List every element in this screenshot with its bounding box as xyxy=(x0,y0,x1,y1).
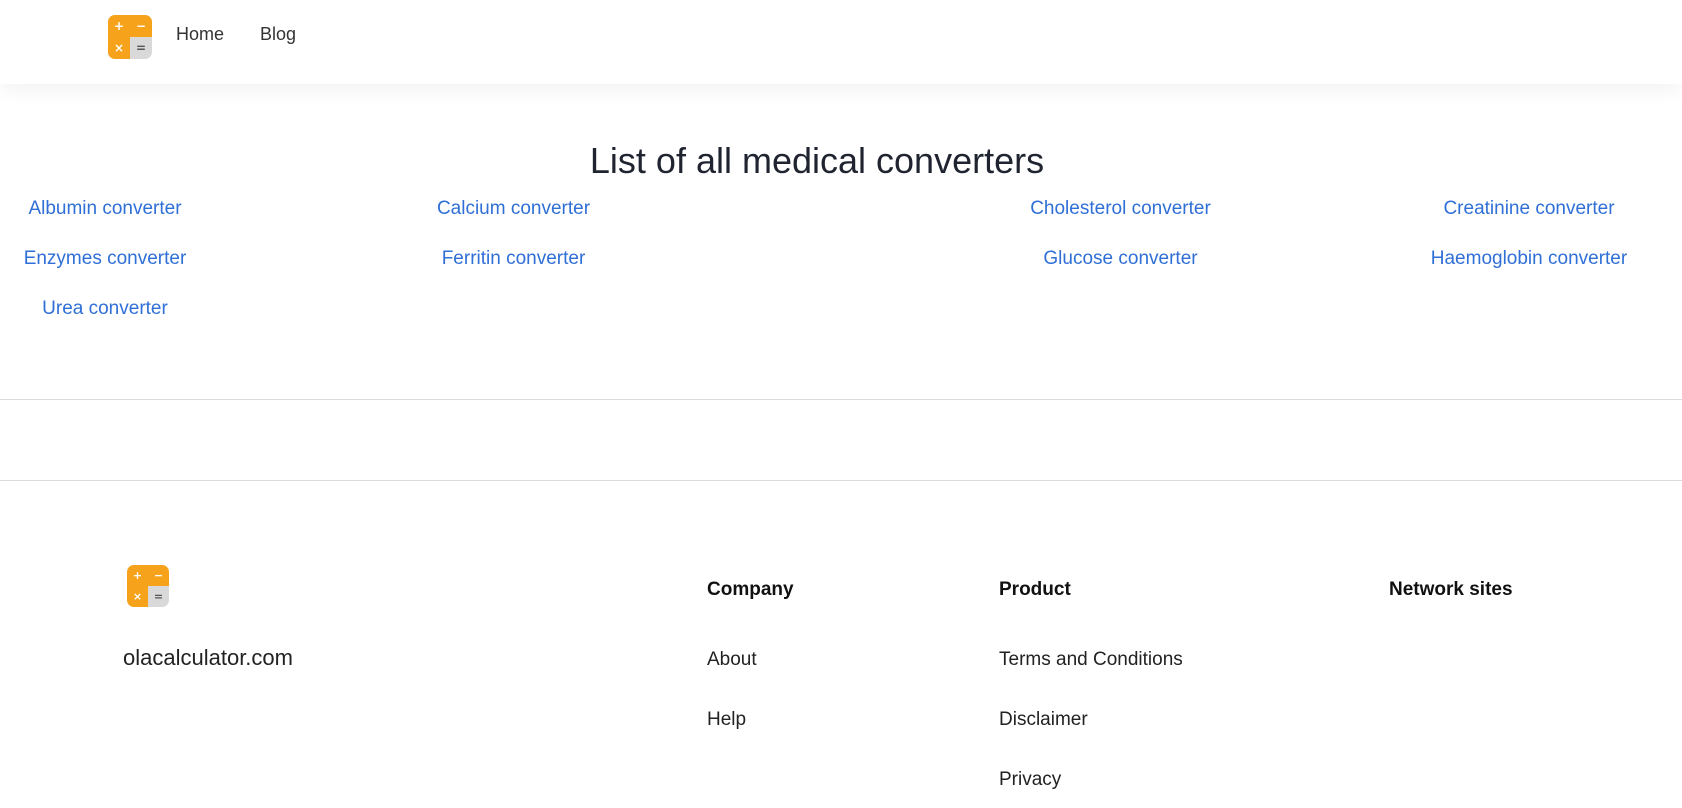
section-divider xyxy=(0,399,1682,400)
plus-glyph: + xyxy=(108,15,130,37)
converter-cell: Creatinine converter xyxy=(1424,198,1634,248)
nav-home-link[interactable]: Home xyxy=(176,24,224,45)
ferritin-converter-link[interactable]: Ferritin converter xyxy=(442,248,586,270)
page-title: List of all medical converters xyxy=(589,140,1045,181)
footer-heading-product: Product xyxy=(999,579,1071,600)
footer-link-privacy[interactable]: Privacy xyxy=(999,769,1061,791)
converter-cell: Calcium converter xyxy=(210,198,817,248)
footer-link-terms[interactable]: Terms and Conditions xyxy=(999,649,1183,671)
calculator-logo-icon[interactable]: + − × = xyxy=(108,15,152,59)
times-glyph: × xyxy=(108,37,130,59)
enzymes-converter-link[interactable]: Enzymes converter xyxy=(24,248,187,270)
nav-blog-link[interactable]: Blog xyxy=(260,24,296,45)
albumin-converter-link[interactable]: Albumin converter xyxy=(28,198,181,220)
times-glyph: × xyxy=(127,586,148,607)
converter-cell: Albumin converter xyxy=(0,198,210,248)
footer-heading-network-sites: Network sites xyxy=(1389,579,1513,600)
equals-glyph: = xyxy=(148,586,169,607)
calculator-logo-icon[interactable]: + − × = xyxy=(127,565,169,607)
footer-brand-name: olacalculator.com xyxy=(123,645,293,670)
creatinine-converter-link[interactable]: Creatinine converter xyxy=(1443,198,1614,220)
equals-glyph: = xyxy=(130,37,152,59)
glucose-converter-link[interactable]: Glucose converter xyxy=(1043,248,1197,270)
converter-cell: Haemoglobin converter xyxy=(1424,248,1634,298)
footer-heading-company: Company xyxy=(707,579,794,600)
converter-list: Albumin converter Calcium converter Chol… xyxy=(0,198,1634,348)
minus-glyph: − xyxy=(130,15,152,37)
converter-cell: Ferritin converter xyxy=(210,248,817,298)
footer-link-help[interactable]: Help xyxy=(707,709,746,731)
converter-cell: Urea converter xyxy=(0,298,210,348)
calcium-converter-link[interactable]: Calcium converter xyxy=(437,198,590,220)
converter-cell: Enzymes converter xyxy=(0,248,210,298)
section-divider xyxy=(0,480,1682,481)
minus-glyph: − xyxy=(148,565,169,586)
cholesterol-converter-link[interactable]: Cholesterol converter xyxy=(1030,198,1211,220)
footer-link-about[interactable]: About xyxy=(707,649,757,671)
haemoglobin-converter-link[interactable]: Haemoglobin converter xyxy=(1431,248,1627,270)
converter-cell: Cholesterol converter xyxy=(817,198,1424,248)
urea-converter-link[interactable]: Urea converter xyxy=(42,298,168,320)
top-navigation-bar: + − × = Home Blog xyxy=(0,0,1682,84)
converter-cell: Glucose converter xyxy=(817,248,1424,298)
footer-link-disclaimer[interactable]: Disclaimer xyxy=(999,709,1088,731)
plus-glyph: + xyxy=(127,565,148,586)
